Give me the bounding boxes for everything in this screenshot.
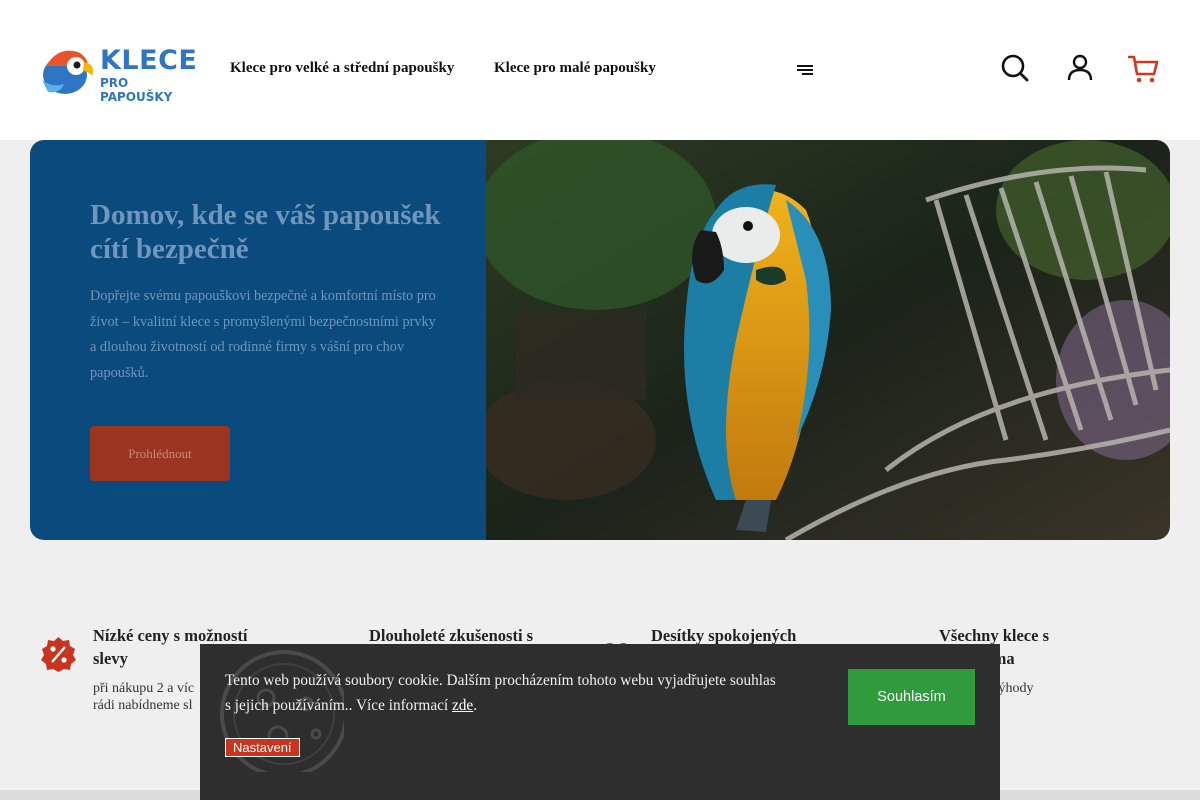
browse-button[interactable]: Prohlédnout bbox=[90, 426, 230, 481]
percent-badge-icon bbox=[41, 637, 76, 672]
cookie-message: Tento web používá soubory cookie. Dalším… bbox=[225, 668, 785, 718]
cookie-message-end: . bbox=[473, 697, 478, 714]
search-icon[interactable] bbox=[999, 52, 1031, 84]
nav-large-parrots[interactable]: Klece pro velké a střední papoušky bbox=[230, 60, 454, 77]
cookie-message-text: Tento web používá soubory cookie. Dalším… bbox=[225, 672, 776, 714]
logo-subtitle: PRO PAPOUŠKY bbox=[100, 76, 173, 104]
cookie-settings-button[interactable]: Nastavení bbox=[225, 738, 300, 757]
parrot-photo bbox=[486, 140, 1170, 540]
site-logo[interactable]: KLECE PRO PAPOUŠKY bbox=[38, 44, 198, 104]
hero-banner: Domov, kde se váš papoušek cítí bezpečně… bbox=[30, 140, 1170, 540]
hero-description: Dopřejte svému papouškovi bezpečné a kom… bbox=[90, 288, 436, 381]
hero-title: Domov, kde se váš papoušek cítí bezpečně bbox=[90, 199, 441, 265]
cart-icon[interactable] bbox=[1126, 52, 1160, 84]
hero-text-panel: Domov, kde se váš papoušek cítí bezpečně… bbox=[30, 140, 486, 540]
cookie-info-link[interactable]: zde bbox=[452, 697, 473, 714]
site-header: KLECE PRO PAPOUŠKY Klece pro velké a stř… bbox=[0, 0, 1200, 140]
logo-title: KLECE bbox=[100, 45, 198, 76]
menu-icon[interactable] bbox=[796, 64, 814, 76]
nav-small-parrots[interactable]: Klece pro malé papoušky bbox=[494, 60, 656, 77]
user-icon[interactable] bbox=[1064, 52, 1096, 84]
cookie-accept-button[interactable]: Souhlasím bbox=[848, 669, 975, 725]
cookie-banner: Tento web používá soubory cookie. Dalším… bbox=[200, 644, 1000, 800]
parrot-logo-icon bbox=[42, 50, 93, 94]
